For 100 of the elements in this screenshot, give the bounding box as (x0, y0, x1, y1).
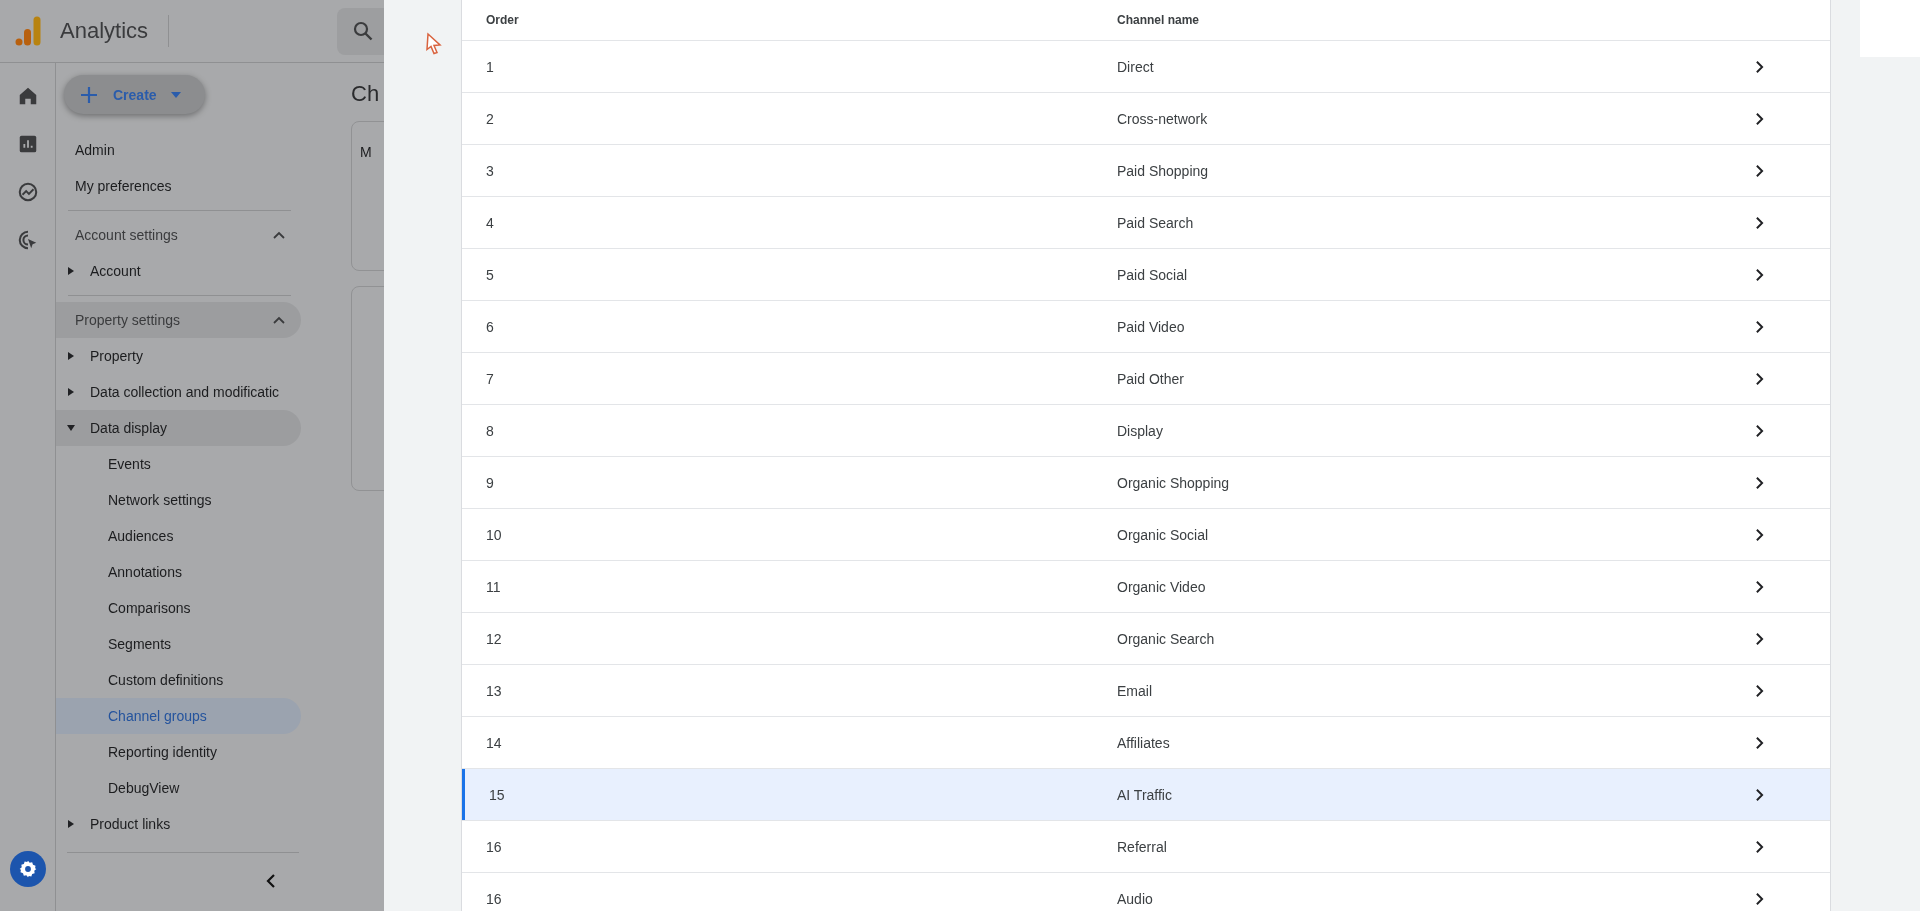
table-row[interactable]: 4 Paid Search (462, 196, 1830, 248)
table-cell-text: 8 (485, 422, 495, 439)
table-row[interactable]: 13 Email (462, 664, 1830, 716)
triangle-icon (67, 425, 75, 431)
table-row[interactable]: 2 Cross-network (462, 92, 1830, 144)
table-cell-text: 12 (485, 630, 503, 647)
table-cell-text: 1 (485, 58, 495, 75)
table-cell-text: 6 (485, 318, 495, 335)
tree-item[interactable]: Data collection and modificatic (56, 374, 301, 410)
chevron-right-icon (1755, 527, 1764, 542)
table-cell-text: Direct (1117, 58, 1155, 75)
table-cell-text: 11 (485, 578, 502, 595)
table-cell-text: Organic Social (1117, 526, 1210, 543)
table-row[interactable]: 15 AI Traffic (462, 768, 1830, 820)
table-row[interactable]: 7 Paid Other (462, 352, 1830, 404)
chevron-right-icon (1755, 267, 1764, 282)
table-row[interactable]: 10 Organic Social (462, 508, 1830, 560)
table-cell-text: Audio (1117, 890, 1154, 907)
table-cell-text: Affiliates (1117, 734, 1171, 751)
table-cell-text: 10 (485, 526, 503, 543)
tree-item[interactable]: Custom definitions (56, 662, 301, 698)
table-row[interactable]: 3 Paid Shopping (462, 144, 1830, 196)
chevron-right-icon (1755, 475, 1764, 490)
tree-item[interactable]: Product links (56, 806, 301, 842)
chevron-right-icon (1755, 683, 1764, 698)
target-cursor-icon[interactable] (16, 229, 39, 251)
tree-item[interactable]: DebugView (56, 770, 301, 806)
collapse-chevron-icon[interactable] (266, 873, 276, 889)
table-cell-text: 13 (485, 682, 503, 699)
table-cell-text: 3 (485, 162, 495, 179)
table-row[interactable]: 9 Organic Shopping (462, 456, 1830, 508)
table-row[interactable]: 12 Organic Search (462, 612, 1830, 664)
tree-item[interactable]: Audiences (56, 518, 301, 554)
column-header: Order (485, 13, 520, 27)
triangle-icon (68, 267, 74, 275)
table-cell-text: Referral (1117, 838, 1168, 855)
settings-icon (17, 859, 38, 879)
chevron-right-icon (1755, 735, 1764, 750)
tree-item[interactable]: Data display (56, 410, 301, 446)
chevron-right-icon (1755, 423, 1764, 438)
table-cell-text: Paid Other (1117, 370, 1185, 387)
table-row[interactable]: 8 Display (462, 404, 1830, 456)
card-heading: M (360, 144, 373, 160)
chevron-right-icon (1755, 839, 1764, 854)
section-header[interactable]: Property settings (56, 302, 301, 338)
table-cell-text: 15 (488, 786, 506, 803)
table-cell-text: 14 (485, 734, 503, 751)
tree-item[interactable]: Network settings (56, 482, 301, 518)
section-header[interactable]: Account settings (56, 217, 301, 253)
table-cell-text: Paid Video (1117, 318, 1186, 335)
table-cell-text: Paid Search (1117, 214, 1195, 231)
table-cell-text: 5 (485, 266, 495, 283)
chevron-right-icon (1755, 163, 1764, 178)
table-row[interactable]: 16 Audio (462, 872, 1830, 911)
table-cell-text: AI Traffic (1117, 786, 1173, 803)
tree-item[interactable]: Account (56, 253, 301, 289)
table-row[interactable]: 11 Organic Video (462, 560, 1830, 612)
triangle-icon (68, 352, 74, 360)
table-cell-text: Organic Shopping (1117, 474, 1231, 491)
table-cell-text: Organic Video (1117, 578, 1207, 595)
trend-circle-icon[interactable] (16, 181, 39, 203)
tree-item[interactable]: Property (56, 338, 301, 374)
chevron-right-icon (1755, 215, 1764, 230)
table-row[interactable]: 5 Paid Social (462, 248, 1830, 300)
table-cell-text: 16 (485, 838, 503, 855)
table-cell-text: Cross-network (1117, 110, 1209, 127)
table-row[interactable]: 16 Referral (462, 820, 1830, 872)
table-cell-text: 9 (485, 474, 495, 491)
column-header: Channel name (1117, 13, 1201, 27)
table-cell-text: Paid Social (1117, 266, 1189, 283)
chevron-right-icon (1755, 631, 1764, 646)
page-title: Ch (351, 81, 381, 107)
caret-icon (170, 91, 181, 98)
table-cell-text: 16 (485, 890, 503, 907)
tree-item[interactable]: Comparisons (56, 590, 301, 626)
tree-item[interactable]: Segments (56, 626, 301, 662)
chevron-right-icon (1755, 371, 1764, 386)
table-row[interactable]: 6 Paid Video (462, 300, 1830, 352)
settings-button[interactable] (9, 851, 46, 887)
tree-item[interactable]: Annotations (56, 554, 301, 590)
tree-item[interactable]: Reporting identity (56, 734, 301, 770)
chevron-icon (273, 316, 285, 324)
table-cell-text: Organic Search (1117, 630, 1216, 647)
chevron-right-icon (1755, 59, 1764, 74)
nav-link[interactable]: Admin (56, 132, 115, 168)
table-cell-text: Paid Shopping (1117, 162, 1210, 179)
nav-link[interactable]: My preferences (56, 168, 172, 204)
bar-chart-logo-icon (15, 16, 41, 46)
tree-item[interactable]: Events (56, 446, 301, 482)
chevron-icon (273, 231, 285, 239)
table-cell-text: 4 (485, 214, 495, 231)
cursor-icon (425, 32, 443, 56)
chevron-right-icon (1755, 111, 1764, 126)
table-row[interactable]: 1 Direct (462, 40, 1830, 92)
plus-icon (79, 84, 99, 105)
table-cell-text: 2 (485, 110, 495, 127)
chevron-right-icon (1755, 891, 1764, 906)
chevron-right-icon (1755, 579, 1764, 594)
table-cell-text: Display (1117, 422, 1164, 439)
chevron-right-icon (1755, 319, 1764, 334)
